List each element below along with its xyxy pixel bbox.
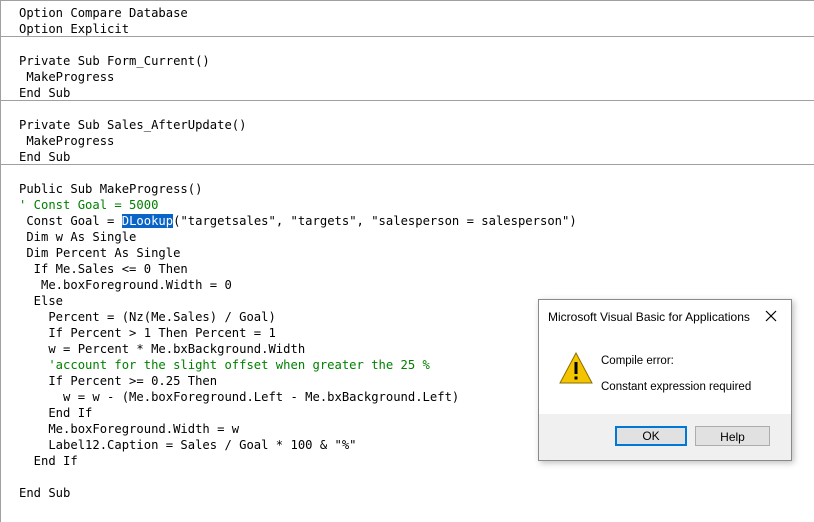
code-line-percent-cap[interactable]: If Percent > 1 Then Percent = 1 [19,325,275,341]
code-line-sales-afterupdate-sub[interactable]: Private Sub Sales_AfterUpdate() [19,117,246,133]
editor-left-border [0,0,1,522]
warning-icon [559,351,593,384]
code-line-percent-calc[interactable]: Percent = (Nz(Me.Sales) / Goal) [19,309,275,325]
dialog-footer: OK Help [539,414,791,460]
compile-error-dialog: Microsoft Visual Basic for Applications … [538,299,792,461]
error-heading: Compile error: [601,355,674,367]
error-message: Constant expression required [601,381,752,393]
code-line-option-compare[interactable]: Option Compare Database [19,5,188,21]
code-line-comment-const-goal[interactable]: ' Const Goal = 5000 [19,197,158,213]
selected-dlookup-text[interactable]: DLookup [121,214,174,228]
dialog-body: Compile error: Constant expression requi… [539,334,791,414]
code-line-form-current-sub[interactable]: Private Sub Form_Current() [19,53,210,69]
code-line-end-if[interactable]: End If [19,453,78,469]
code-line-end-sub[interactable]: End Sub [19,85,70,101]
code-line-label-caption[interactable]: Label12.Caption = Sales / Goal * 100 & "… [19,437,356,453]
code-line-w-adjust[interactable]: w = w - (Me.boxForeground.Left - Me.bxBa… [19,389,459,405]
code-line-if-sales[interactable]: If Me.Sales <= 0 Then [19,261,188,277]
procedure-separator [0,36,814,37]
dialog-titlebar[interactable]: Microsoft Visual Basic for Applications [539,300,791,334]
code-line-w-calc[interactable]: w = Percent * Me.bxBackground.Width [19,341,305,357]
code-line-if-percent[interactable]: If Percent >= 0.25 Then [19,373,217,389]
code-line-const-goal-dlookup[interactable]: Const Goal = DLookup("targetsales", "tar… [19,213,577,229]
code-line-comment-offset[interactable]: 'account for the slight offset when grea… [19,357,430,373]
code-line-makeprogress-call[interactable]: MakeProgress [19,133,114,149]
procedure-separator [0,100,814,101]
code-line-makeprogress-call[interactable]: MakeProgress [19,69,114,85]
code-line-makeprogress-sub[interactable]: Public Sub MakeProgress() [19,181,202,197]
dlookup-args-text: ("targetsales", "targets", "salesperson … [173,214,577,228]
const-goal-text: Const Goal = [19,214,122,228]
code-line-option-explicit[interactable]: Option Explicit [19,21,129,37]
ok-button[interactable]: OK [615,426,687,446]
code-line-end-sub[interactable]: End Sub [19,485,70,501]
code-line-end-sub[interactable]: End Sub [19,149,70,165]
dialog-title: Microsoft Visual Basic for Applications [548,310,750,324]
code-line-dim-w[interactable]: Dim w As Single [19,229,136,245]
code-line-else[interactable]: Else [19,293,63,309]
code-line-width-zero[interactable]: Me.boxForeground.Width = 0 [19,277,232,293]
help-button[interactable]: Help [695,426,770,446]
close-icon[interactable] [763,308,779,324]
code-line-set-width[interactable]: Me.boxForeground.Width = w [19,421,239,437]
code-line-dim-percent[interactable]: Dim Percent As Single [19,245,180,261]
procedure-separator [0,164,814,165]
editor-top-border [0,0,814,1]
code-line-end-if[interactable]: End If [19,405,92,421]
